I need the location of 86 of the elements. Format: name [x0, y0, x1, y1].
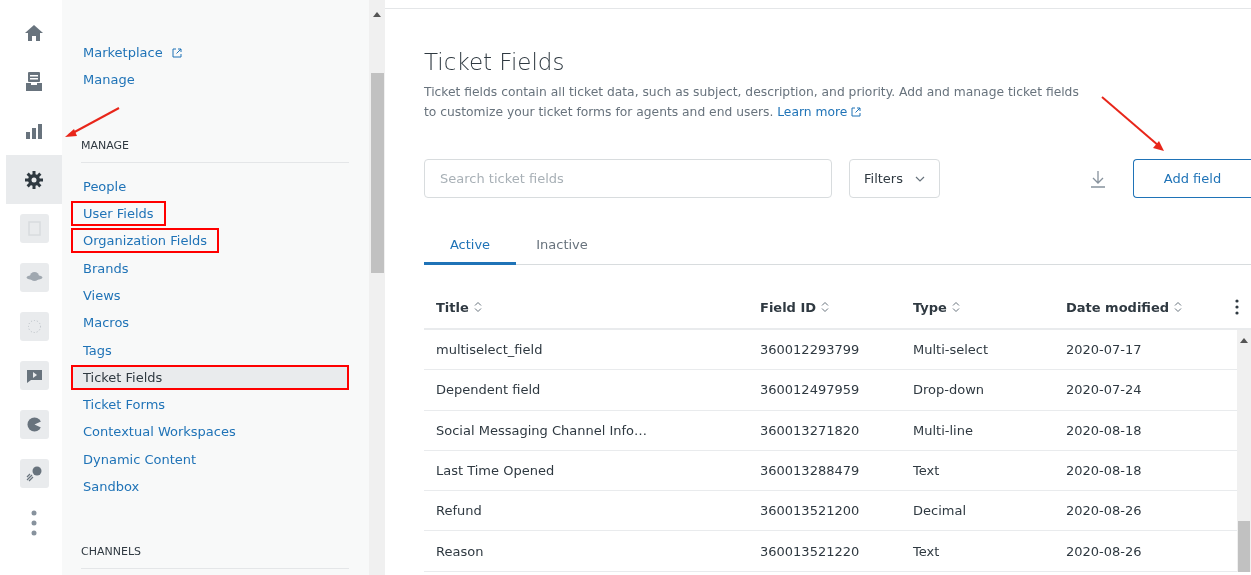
table-row[interactable]: Dependent field 360012497959 Drop-down 2020-07-24 — [424, 370, 1237, 411]
table-cell-text: Multi-line — [913, 422, 974, 438]
sidebar-item[interactable]: Views — [71, 282, 133, 308]
sidebar-item[interactable]: Brands — [71, 255, 141, 281]
section-heading: MANAGE — [81, 138, 131, 153]
scrollbar[interactable] — [1237, 330, 1251, 572]
table-cell-text: 2020-08-26 — [1066, 503, 1143, 519]
table-cell-text: 360013288479 — [760, 463, 861, 479]
page-title: Ticket Fields — [424, 49, 566, 75]
table-row[interactable]: Reason 360013521220 Text 2020-08-26 — [424, 531, 1237, 572]
table-cell-text: Reason — [435, 543, 485, 559]
sidebar-item[interactable]: Tags — [71, 337, 124, 363]
scroll-up-icon[interactable] — [373, 12, 381, 17]
rail-item[interactable] — [6, 155, 62, 204]
sidebar-item[interactable]: Organization Fields — [71, 228, 220, 254]
learn-more-link[interactable]: Learn more — [777, 105, 862, 119]
sidebar-item[interactable]: Sandbox — [71, 474, 152, 499]
table-cell-text: Text — [913, 543, 941, 559]
table-cell-text: 2020-08-18 — [1066, 422, 1143, 438]
table-cell-text: 360012497959 — [760, 382, 861, 398]
table-cell-text: Drop-down — [913, 382, 986, 398]
scroll-thumb[interactable] — [370, 73, 384, 273]
annotation-arrow — [65, 107, 121, 139]
app-tile-icon — [19, 214, 49, 243]
chevron-down-icon — [915, 175, 925, 182]
sort-icon — [1174, 301, 1183, 313]
table-cell-text: Social Messaging Channel Info… — [435, 422, 648, 438]
sort-icon — [473, 301, 482, 313]
table-cell-text: 2020-08-18 — [1066, 463, 1143, 479]
app-tile-icon — [19, 312, 49, 341]
tab[interactable]: Active — [424, 226, 516, 265]
scroll-thumb[interactable] — [1238, 521, 1250, 572]
sort-icon — [821, 301, 830, 313]
table-cell-text: Dependent field — [435, 382, 542, 398]
sidebar-item[interactable]: Marketplace — [71, 40, 194, 66]
more-options-icon[interactable] — [1235, 299, 1239, 315]
sidebar-item[interactable]: Macros — [71, 310, 142, 336]
inbox-icon — [26, 72, 42, 91]
sort-icon — [951, 301, 960, 313]
table-cell-text: Text — [913, 463, 941, 479]
app-tile-icon — [19, 263, 49, 292]
sidebar-item[interactable]: Dynamic Content — [71, 446, 209, 472]
sidebar-item[interactable]: People — [71, 173, 139, 199]
sidebar-item[interactable]: Ticket Fields — [71, 364, 349, 390]
column-header[interactable]: Field ID — [760, 299, 913, 315]
table-cell-text: 360013521200 — [760, 503, 861, 519]
table-cell-text: 2020-07-24 — [1066, 382, 1143, 398]
column-header[interactable]: Title — [424, 299, 760, 315]
table-row[interactable]: Last Time Opened 360013288479 Text 2020-08-18 — [424, 450, 1237, 492]
sidebar-item[interactable]: Contextual Workspaces — [71, 419, 248, 445]
scrollbar[interactable] — [369, 0, 385, 575]
table-cell-text: Multi-select — [913, 342, 990, 358]
app-tile-icon — [19, 361, 49, 390]
search-field[interactable]: Search ticket fields — [424, 159, 832, 198]
column-header[interactable]: Type — [913, 299, 1066, 315]
table-cell-text: multiselect_field — [435, 342, 544, 358]
table-cell-text: 360013521220 — [760, 543, 861, 559]
table-cell-text: 360012293799 — [760, 342, 861, 358]
sidebar-item[interactable]: User Fields — [71, 201, 166, 227]
annotation-arrow — [1101, 96, 1165, 152]
app-tile-icon — [19, 459, 49, 488]
column-header[interactable]: Date modified — [1066, 299, 1226, 315]
section-heading: CHANNELS — [81, 545, 142, 560]
table-row[interactable]: multiselect_field 360012293799 Multi-select 2020-07-17 — [424, 330, 1237, 371]
filters-dropdown[interactable]: Filters — [849, 159, 940, 198]
add-field-button[interactable]: Add field — [1133, 159, 1251, 198]
tab[interactable]: Inactive — [516, 226, 608, 265]
table-cell-text: 2020-08-26 — [1066, 543, 1143, 559]
table-cell-text: 360013271820 — [760, 422, 861, 438]
bar-chart-icon — [26, 122, 42, 139]
external-link-icon — [851, 107, 862, 117]
settings-icon — [25, 170, 43, 189]
table-row[interactable]: Refund 360013521200 Decimal 2020-08-26 — [424, 491, 1237, 532]
table-cell-text: Last Time Opened — [435, 463, 556, 479]
table-cell-text: Decimal — [913, 503, 967, 519]
page-description: Ticket fields contain all ticket data, such as subject, description, and priority. Add and manage ticket fields to customize your ticket forms for agents and end users. Learn more — [424, 84, 1080, 121]
download-icon[interactable] — [1090, 169, 1106, 188]
sidebar-item[interactable]: Manage — [71, 67, 147, 93]
sidebar-item[interactable]: Ticket Forms — [71, 392, 178, 418]
home-icon — [24, 23, 44, 42]
scroll-up-icon[interactable] — [1240, 338, 1248, 343]
table-cell-text: Refund — [435, 503, 483, 519]
table-row[interactable]: Social Messaging Channel Info… 360013271820 Multi-line 2020-08-18 — [424, 410, 1237, 451]
more-icon — [31, 509, 37, 536]
table-cell-text: 2020-07-17 — [1066, 342, 1143, 358]
app-tile-icon — [19, 410, 49, 439]
